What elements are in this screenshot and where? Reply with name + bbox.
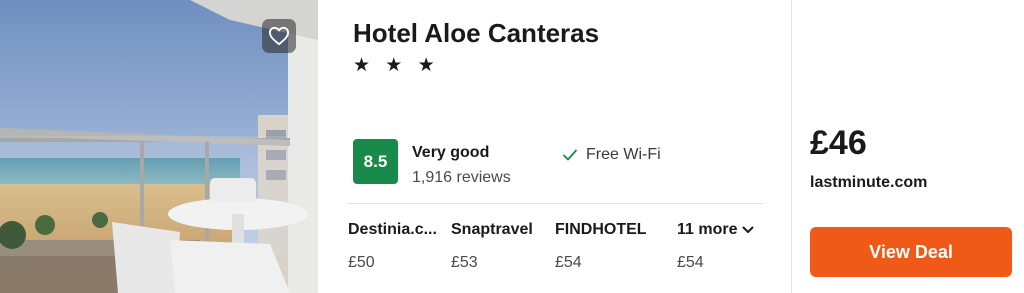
provider-price: £54: [555, 254, 582, 271]
view-deal-button[interactable]: View Deal: [810, 227, 1012, 277]
star-rating: ★ ★ ★: [353, 55, 440, 76]
provider-name: Snaptravel: [451, 221, 533, 238]
rating-score-badge: 8.5: [353, 139, 398, 184]
amenity-label: Free Wi-Fi: [586, 146, 661, 163]
provider-price: £53: [451, 254, 478, 271]
provider-offer[interactable]: FINDHOTEL £54: [555, 221, 647, 272]
provider-offer[interactable]: Destinia.c... £50: [348, 221, 437, 272]
rating-label: Very good: [412, 144, 490, 161]
review-count[interactable]: 1,916 reviews: [412, 169, 511, 187]
provider-name: Destinia.c...: [348, 221, 437, 238]
divider: [791, 0, 792, 293]
more-providers-toggle[interactable]: 11 more: [677, 221, 754, 239]
provider-offer[interactable]: Snaptravel £53: [451, 221, 533, 272]
provider-name: FINDHOTEL: [555, 221, 647, 238]
deal-site[interactable]: lastminute.com: [810, 174, 927, 192]
hotel-name[interactable]: Hotel Aloe Canteras: [353, 18, 599, 49]
deal-price[interactable]: £46: [810, 124, 867, 163]
hotel-result-card[interactable]: Hotel Aloe Canteras ★ ★ ★ 8.5 Very good …: [0, 0, 1024, 293]
check-icon: [563, 149, 577, 161]
more-providers-label: 11 more: [677, 221, 738, 238]
divider: [348, 203, 763, 204]
more-providers-dropdown[interactable]: 11 more £54: [677, 221, 754, 272]
heart-icon: [268, 26, 289, 46]
provider-price: £50: [348, 254, 375, 271]
provider-price: £54: [677, 254, 704, 271]
amenity-item: Free Wi-Fi: [562, 146, 661, 164]
chevron-down-icon: [742, 226, 754, 233]
hotel-photo[interactable]: [0, 0, 318, 293]
favorite-button[interactable]: [262, 19, 296, 53]
